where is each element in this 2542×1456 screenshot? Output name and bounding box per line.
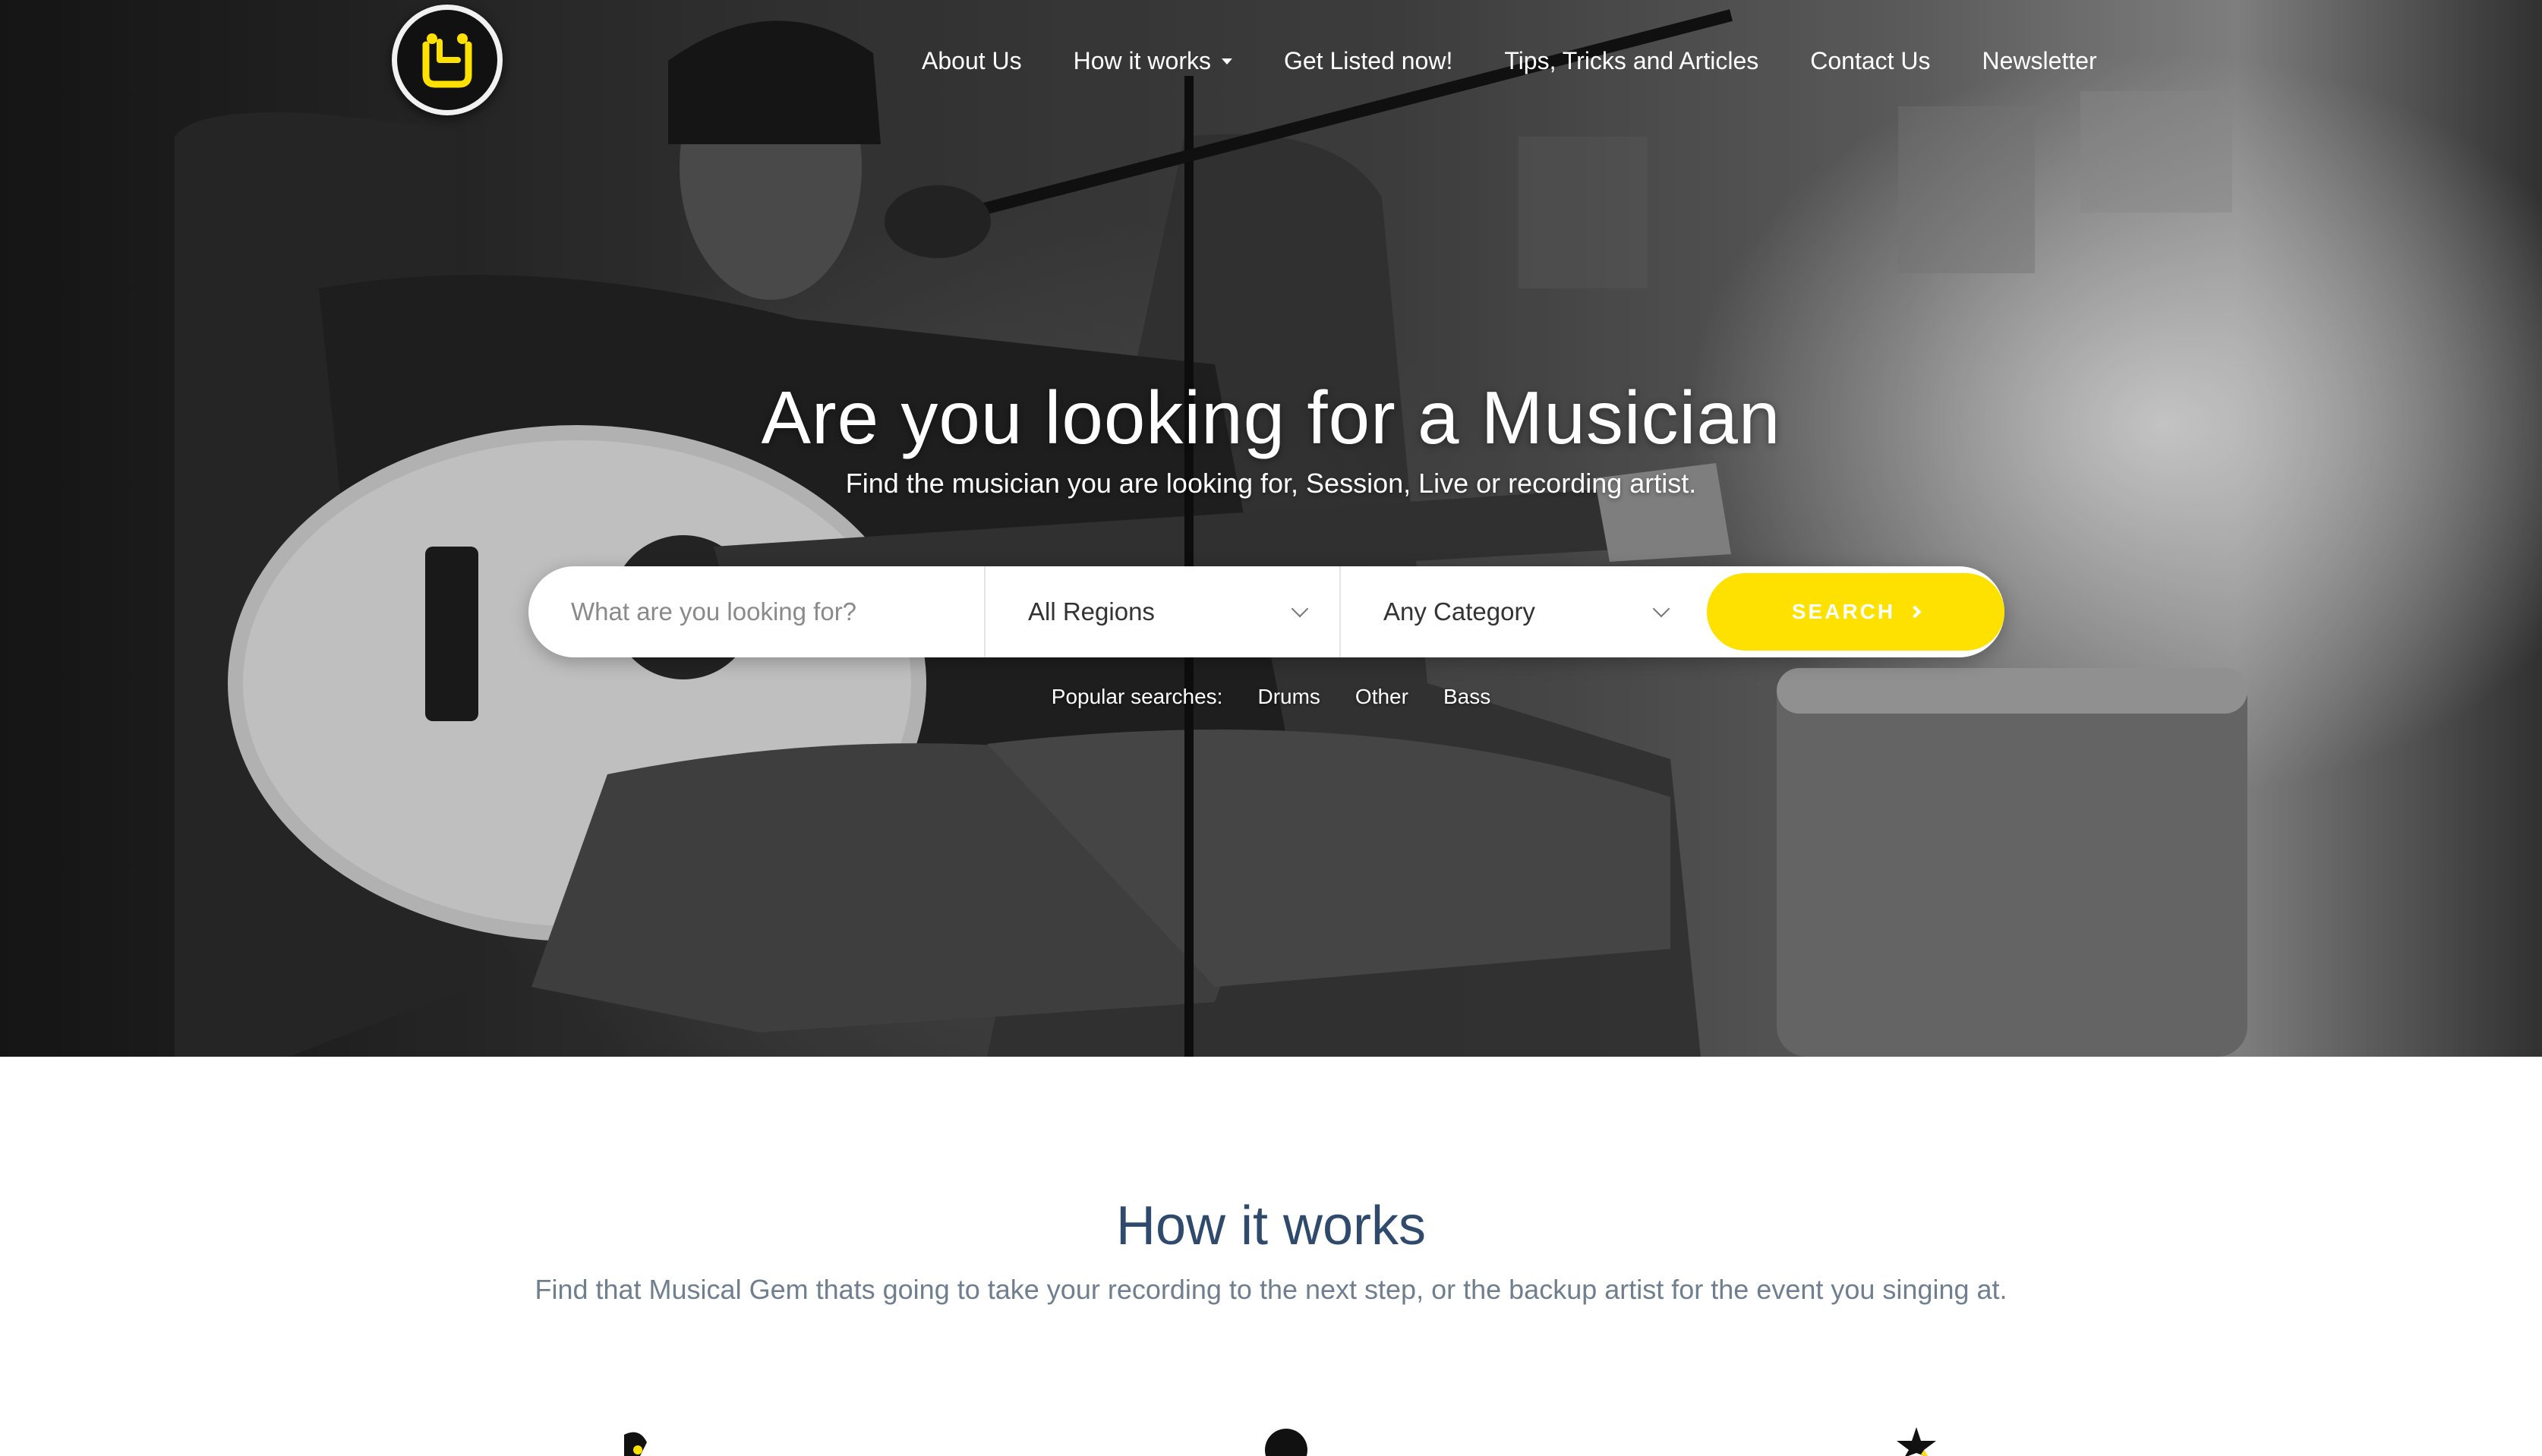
nav-item-about-us[interactable]: About Us — [922, 47, 1022, 75]
hero-subtitle: Find the musician you are looking for, S… — [845, 468, 1697, 499]
nav-item-newsletter[interactable]: Newsletter — [1982, 47, 2097, 75]
search-button-label: SEARCH — [1791, 600, 1896, 623]
popular-tag-bass[interactable]: Bass — [1443, 685, 1490, 709]
star-icon — [1897, 1427, 1936, 1456]
section-title: How it works — [1115, 1196, 1427, 1256]
nav-item-label: About Us — [922, 47, 1022, 74]
arrow-right-icon — [1908, 605, 1922, 619]
hero-title: Are you looking for a Musician — [761, 376, 1781, 459]
pencil-icon — [624, 1432, 647, 1456]
popular-searches: Popular searches: Drums Other Bass — [0, 685, 2542, 709]
region-select[interactable]: All Regions — [986, 566, 1339, 657]
chevron-down-icon — [1652, 600, 1670, 618]
popular-searches-label: Popular searches: — [1051, 685, 1223, 708]
logo-icon — [422, 33, 472, 88]
search-input[interactable] — [528, 566, 984, 657]
region-select-value: All Regions — [1028, 597, 1155, 626]
nav-item-label: How it works — [1073, 47, 1211, 74]
category-select[interactable]: Any Category — [1341, 566, 1701, 657]
nav-item-contact-us[interactable]: Contact Us — [1810, 47, 1930, 75]
search-bar: All Regions Any Category SEARCH — [528, 566, 2004, 657]
search-button[interactable]: SEARCH — [1707, 573, 2004, 651]
user-icon — [1265, 1429, 1307, 1456]
main-nav: About Us How it works Get Listed now! Ti… — [922, 47, 2097, 75]
category-select-value: Any Category — [1383, 597, 1535, 626]
section-subtitle: Find that Musical Gem thats going to tak… — [535, 1274, 2007, 1305]
nav-item-label: Contact Us — [1810, 47, 1931, 74]
caret-down-icon — [1221, 58, 1232, 65]
nav-item-label: Get Listed now! — [1283, 47, 1453, 74]
nav-item-label: Newsletter — [1982, 47, 2097, 74]
popular-tag-drums[interactable]: Drums — [1257, 685, 1320, 709]
nav-item-get-listed[interactable]: Get Listed now! — [1284, 47, 1452, 75]
nav-item-label: Tips, Tricks and Articles — [1504, 47, 1759, 74]
chevron-down-icon — [1291, 600, 1309, 618]
hero-overlay — [0, 0, 2542, 1057]
hero-section: About Us How it works Get Listed now! Ti… — [0, 0, 2542, 1057]
nav-item-how-it-works[interactable]: How it works — [1074, 47, 1232, 75]
site-logo[interactable] — [392, 5, 503, 115]
popular-tag-other[interactable]: Other — [1355, 685, 1408, 709]
nav-item-tips-tricks-articles[interactable]: Tips, Tricks and Articles — [1504, 47, 1758, 75]
